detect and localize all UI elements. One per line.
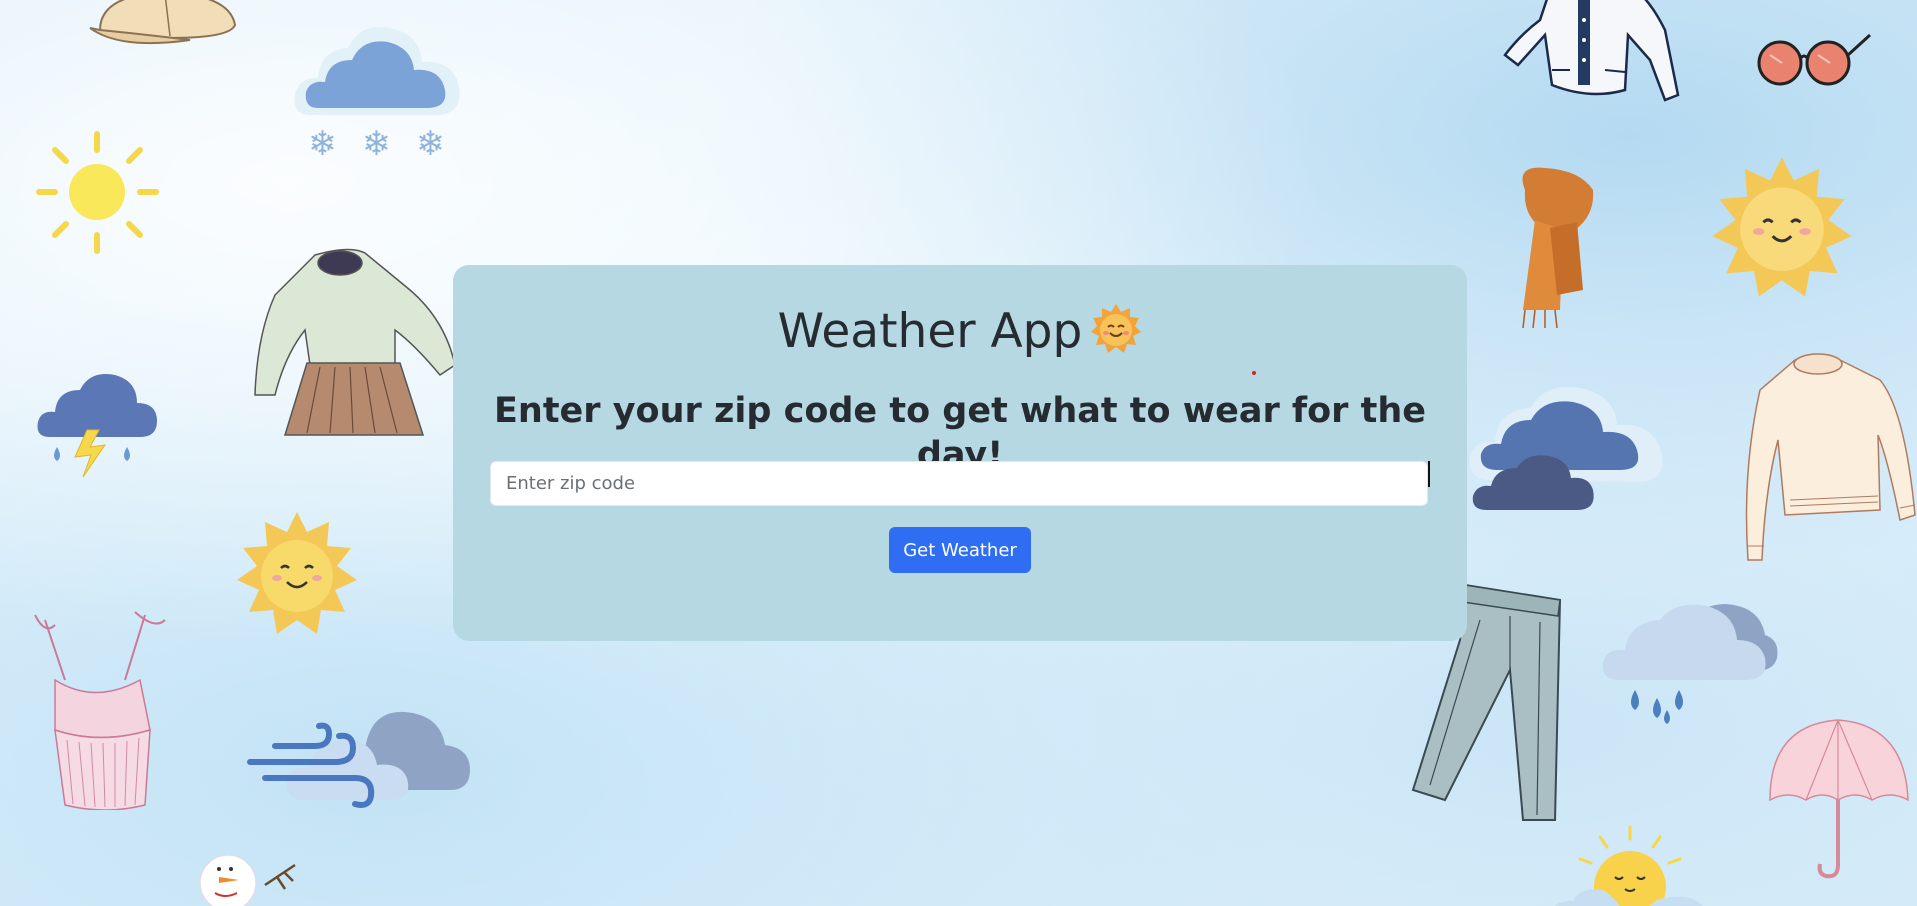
smiling-sun-emoji-icon (1090, 303, 1142, 355)
snowman-icon (199, 855, 296, 906)
umbrella-icon (1769, 719, 1909, 879)
smiling-sun-icon-right (1712, 157, 1852, 297)
cream-sweater-icon (1745, 353, 1916, 561)
sunglasses-icon (1757, 33, 1872, 86)
sun-icon (36, 131, 159, 254)
page-title: Weather App (453, 303, 1467, 360)
sweater-skirt-outfit-icon (254, 248, 456, 436)
jacket-icon (1503, 0, 1680, 102)
wind-cloud-icon (247, 711, 470, 808)
text-caret (1428, 461, 1430, 487)
cloud-icon (1469, 386, 1663, 510)
svg-text:❄: ❄ (308, 124, 337, 164)
cursor-dot (1252, 371, 1256, 375)
cap-icon (89, 0, 237, 45)
svg-text:❄: ❄ (416, 124, 445, 164)
svg-text:❄: ❄ (362, 124, 391, 164)
tank-top-icon (34, 611, 166, 810)
get-weather-button[interactable]: Get Weather (889, 527, 1031, 573)
snow-cloud-icon: ❄ ❄ ❄ (294, 26, 460, 164)
zip-code-input[interactable] (490, 461, 1428, 506)
weather-app-page: ❄ ❄ ❄ Weather App Enter your zip code to… (0, 0, 1917, 906)
sleepy-sun-cloud-icon (1554, 825, 1703, 906)
thunder-cloud-icon (37, 374, 157, 478)
app-title: Weather App (777, 304, 1083, 359)
smiling-sun-icon (237, 512, 357, 634)
weather-form-card: Weather App Enter your zip code to get w… (453, 265, 1467, 641)
scarf-icon (1522, 167, 1594, 329)
rain-cloud-icon (1602, 604, 1778, 724)
